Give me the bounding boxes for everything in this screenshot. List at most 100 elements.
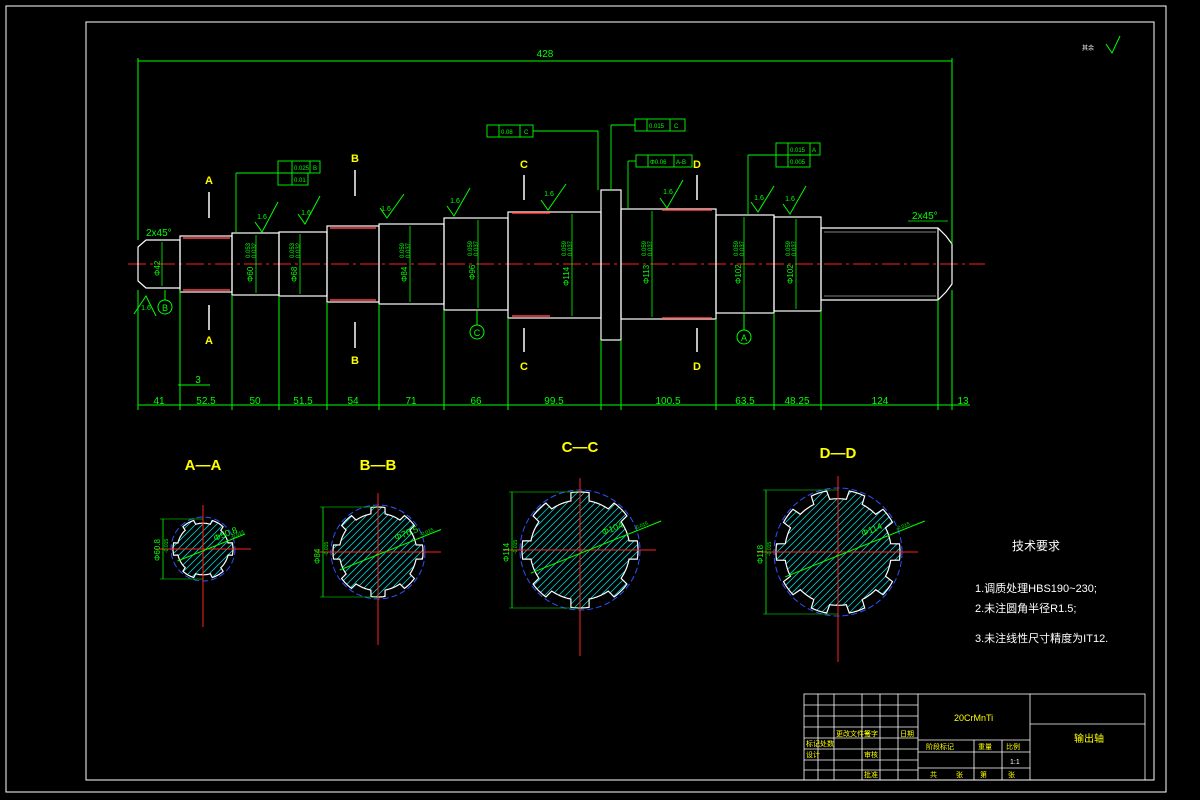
title-block-text: 20CrMnTi 输出轴 1:1 标记 处数 更改文件号 签字 日期 设计 审核…	[806, 713, 1104, 779]
section-title: D—D	[820, 445, 857, 462]
roughness-value: 1.6	[301, 210, 311, 217]
segment-length: 48.25	[784, 396, 809, 407]
tolerance-value: 0.08	[501, 130, 513, 136]
section-marker-b: B	[351, 355, 359, 367]
section-tolerance: -0.015	[513, 540, 519, 554]
title-cell: 设计	[806, 750, 820, 759]
tolerance-value: 0.015	[649, 124, 665, 130]
tech-requirements-title: 技术要求	[1012, 539, 1060, 553]
section-tolerance: -0.015	[767, 542, 773, 556]
tolerance-value: 0.01	[294, 178, 306, 184]
fit-lower: 0.032	[296, 242, 302, 258]
segment-length: 124	[872, 396, 889, 407]
section-inner-diameter: Φ114	[502, 542, 511, 562]
section-title: A—A	[185, 457, 222, 474]
tolerance-datum: C	[674, 124, 679, 130]
title-cell: 日期	[900, 730, 914, 738]
tolerance-datum: A	[812, 148, 816, 154]
roughness-corner-label: 其余	[1082, 44, 1094, 52]
roughness-value: 1.6	[785, 196, 795, 203]
section-tolerance: -0.015	[419, 527, 435, 538]
roughness-value: 1.6	[450, 198, 460, 205]
fit-lower: 0.037	[474, 240, 480, 256]
tolerance-datum: C	[524, 130, 529, 136]
title-cell: 第	[980, 770, 987, 779]
title-cell: 签字	[864, 729, 878, 738]
section-inner-diameter: Φ118	[756, 544, 765, 564]
diameter-label: Φ84	[400, 266, 409, 282]
cad-drawing: 428 2x45° 2x45° 41 52.5 50 51.5 54 71 66…	[5, 5, 1167, 793]
segment-length: 52.5	[196, 396, 216, 407]
tolerance-value: Φ0.06	[650, 160, 667, 166]
tolerance-datum: B	[313, 166, 317, 172]
roughness-corner-icon	[1105, 35, 1121, 55]
fit-lower: 0.037	[568, 240, 574, 256]
chamfer-left: 2x45°	[146, 228, 172, 239]
small-dimension: 3	[195, 375, 201, 386]
section-marker-d: D	[693, 159, 701, 171]
overall-length: 428	[537, 49, 554, 60]
title-cell: 张	[956, 770, 963, 779]
section-tolerance: -0.015	[634, 521, 650, 532]
diameter-label: Φ114	[562, 266, 571, 286]
fit-lower: 0.037	[740, 240, 746, 256]
section-view: Φ114 -0.015Φ118 -0.015D—D	[756, 445, 925, 662]
tolerance-frames	[235, 118, 821, 233]
chamfer-right: 2x45°	[912, 211, 938, 222]
datum-b: B	[162, 303, 168, 313]
title-scale: 1:1	[1010, 759, 1020, 766]
tolerance-values: 0.025 B 0.01 0.08 C 0.015 C Φ0.06 A-B 0.…	[294, 124, 816, 184]
tech-requirement-item: 1.调质处理HBS190~230;	[975, 582, 1097, 595]
section-marker-c: C	[520, 361, 528, 373]
section-marker-c: C	[520, 159, 528, 171]
section-title: C—C	[562, 439, 599, 456]
section-tolerance: -0.015	[324, 542, 330, 556]
section-marker-a: A	[205, 175, 213, 187]
diameter-label: Φ42	[153, 260, 162, 276]
segment-length: 66	[470, 396, 482, 407]
section-views: Φ50.8-0.015Φ60.8 -0.015A—AΦ76.5 -0.015Φ84-…	[153, 439, 925, 662]
title-cell: 阶段标记	[926, 742, 954, 751]
title-cell: 批准	[864, 770, 878, 779]
roughness-value: 1.6	[663, 189, 673, 196]
tech-requirement-item: 3.未注线性尺寸精度为IT12.	[975, 631, 1108, 645]
fit-lower: 0.037	[792, 240, 798, 256]
section-tolerance: -0.015	[164, 539, 170, 553]
tolerance-datum: A-B	[676, 160, 686, 166]
segment-length: 41	[153, 396, 165, 407]
title-cell: 比例	[1006, 742, 1020, 751]
title-cell: 张	[1008, 770, 1015, 779]
drawing-window: 428 2x45° 2x45° 41 52.5 50 51.5 54 71 66…	[0, 0, 1200, 800]
title-cell: 共	[930, 770, 937, 779]
segment-length: 63.5	[735, 396, 755, 407]
section-view: Φ50.8-0.015Φ60.8 -0.015A—A	[153, 457, 251, 627]
section-view: Φ104 -0.015Φ114 -0.015C—C	[502, 439, 662, 656]
datum-a: A	[741, 333, 747, 343]
segment-length: 99.5	[544, 396, 564, 407]
diameter-label: Φ68	[290, 266, 299, 282]
segment-length-labels: 41 52.5 50 51.5 54 71 66 99.5 100.5 63.5…	[153, 375, 969, 407]
diameter-label: Φ60	[246, 266, 255, 282]
segment-dimension-lines	[137, 290, 970, 410]
section-marker-a: A	[205, 335, 213, 347]
fit-lower: 0.037	[406, 242, 412, 258]
section-inner-diameter: Φ60.8	[153, 538, 162, 561]
segment-length: 100.5	[655, 396, 680, 407]
roughness-value: 1.6	[381, 206, 391, 213]
diameter-label: Φ96	[468, 264, 477, 280]
section-inner-diameter: Φ84	[313, 548, 322, 564]
title-cell: 处数	[820, 739, 834, 748]
title-cell: 重量	[978, 743, 992, 751]
section-title: B—B	[360, 457, 397, 474]
title-material: 20CrMnTi	[954, 713, 993, 723]
diameter-label: Φ113	[642, 264, 651, 284]
tech-requirement-item: 2.未注圆角半径R1.5;	[975, 601, 1076, 615]
roughness-value: 1.6	[754, 195, 764, 202]
title-part-name: 输出轴	[1074, 732, 1104, 745]
segment-length: 54	[347, 396, 359, 407]
section-marker-d: D	[693, 361, 701, 373]
inner-frame	[85, 21, 1155, 781]
roughness-value: 1.6	[141, 305, 151, 312]
datum-letters: B C A	[162, 303, 747, 343]
fit-lower: 0.037	[648, 240, 654, 256]
